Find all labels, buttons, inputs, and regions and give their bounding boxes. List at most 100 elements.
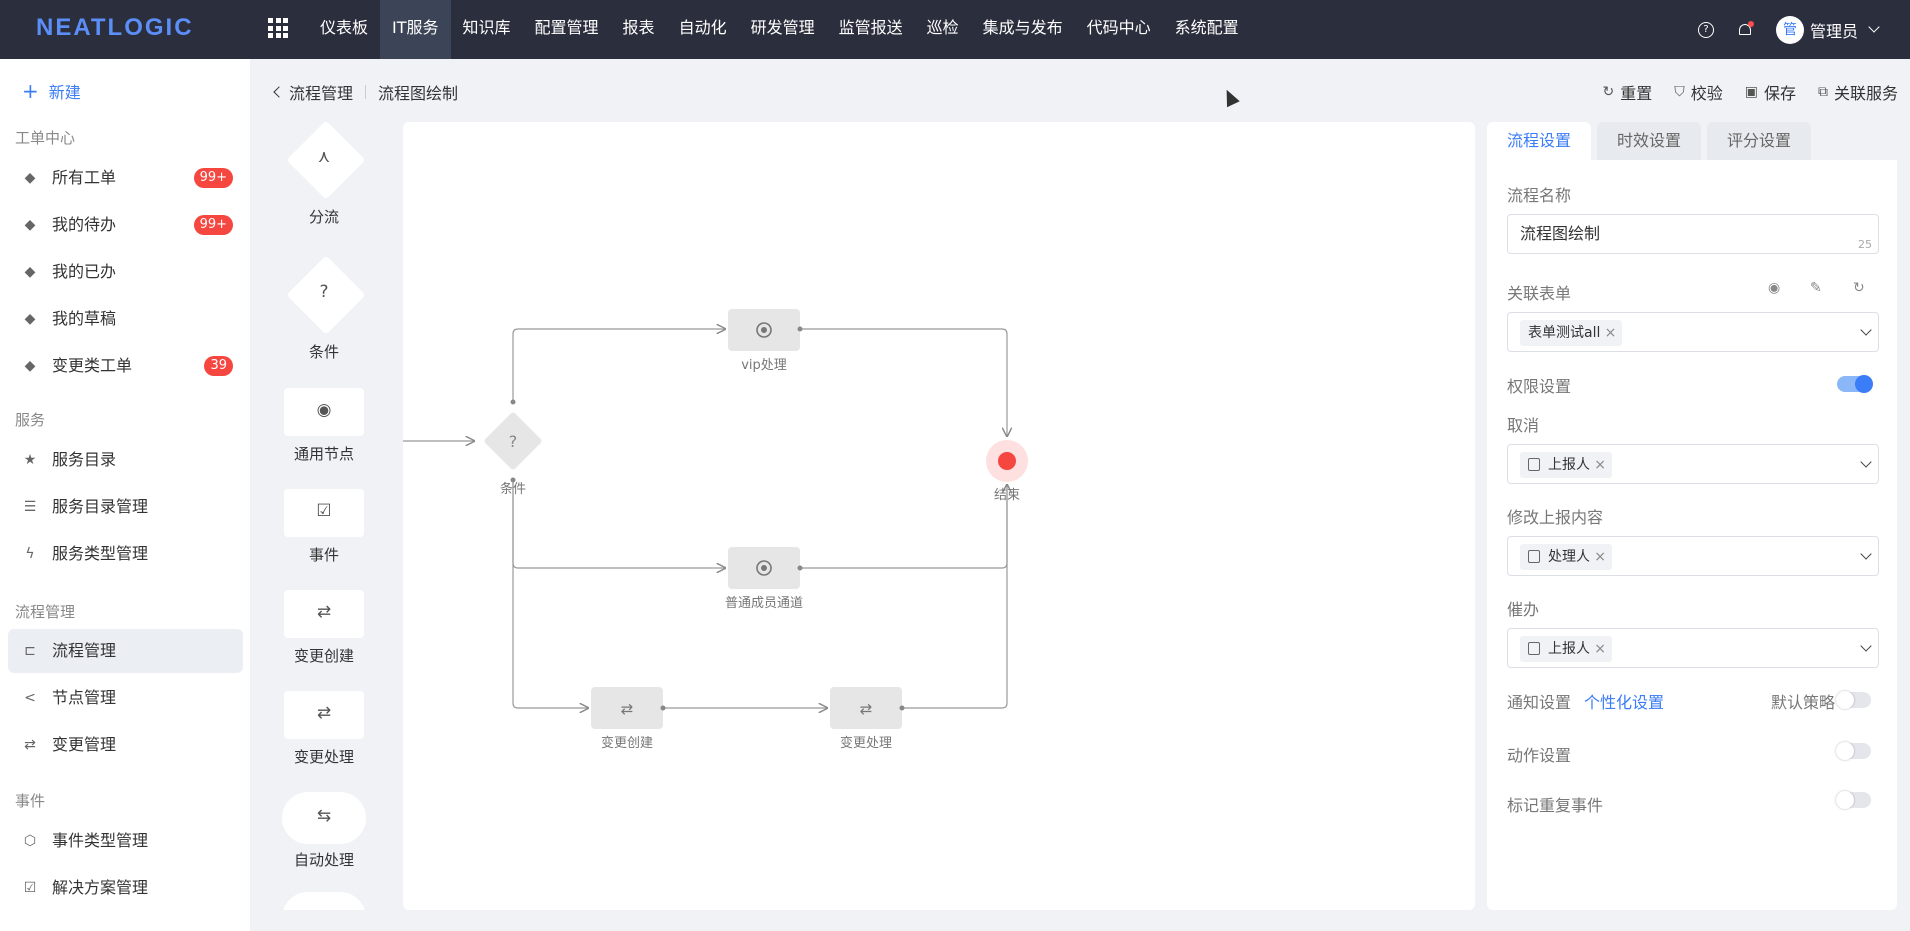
nav-config-management[interactable]: 配置管理 [523,0,611,59]
change-handle-node[interactable]: ⇄ [830,687,905,729]
sidebar-item-flow-management[interactable]: ⊏ 流程管理 [8,629,243,673]
action-settings-toggle[interactable] [1836,742,1871,760]
nav-it-service[interactable]: IT服务 [380,0,451,59]
change-create-node[interactable]: ⇄ [591,687,666,729]
neatlogic-logo[interactable]: NEATLOGIC [36,14,194,42]
mark-duplicate-toggle[interactable] [1836,791,1871,809]
user-tag: 处理人 × [1520,544,1612,570]
breadcrumb: 流程管理 流程图绘制 [273,80,458,104]
nav-code-center[interactable]: 代码中心 [1075,0,1163,59]
sidebar-item-change-tickets[interactable]: ◆ 变更类工单 39 [8,344,243,388]
flow-icon: ⊏ [24,643,36,659]
sidebar-item-node-management[interactable]: < 节点管理 [8,676,243,720]
nav-system-config[interactable]: 系统配置 [1163,0,1251,59]
star-icon: ★ [23,452,37,468]
end-node[interactable] [986,440,1028,482]
swap-icon: ⇄ [621,700,634,718]
flow-canvas[interactable]: ? ⇄ ⇄ 条件 vip处理 普通成员通道 变更创建 变更处理 结束 [403,122,1475,910]
normal-channel-node[interactable] [728,547,803,589]
nav-rd-management[interactable]: 研发管理 [739,0,827,59]
nav-knowledge[interactable]: 知识库 [451,0,523,59]
tab-timeliness-settings[interactable]: 时效设置 [1597,122,1702,160]
swap-icon: ⇄ [316,602,332,622]
sidebar-item-change-management[interactable]: ⇄ 变更管理 [8,723,243,767]
sidebar-item-service-type-mgmt[interactable]: ϟ 服务类型管理 [8,532,243,576]
chevron-down-icon [1860,324,1872,336]
default-policy-toggle[interactable] [1836,691,1871,709]
bell-icon[interactable] [1738,20,1754,38]
sidebar-item-solution-mgmt[interactable]: ☑ 解决方案管理 [8,866,243,910]
tag-icon: ◆ [24,264,36,280]
eye-icon[interactable]: ◉ [1768,280,1780,296]
new-button[interactable]: + 新建 [22,79,81,103]
nav-inspection[interactable]: 巡检 [915,0,971,59]
tab-flow-settings[interactable]: 流程设置 [1487,122,1592,160]
flow-name-input[interactable]: 流程图绘制 25 [1507,214,1879,254]
connector-vip-end [800,328,1007,436]
apps-grid-icon[interactable] [268,18,288,38]
user-tag: 上报人 × [1520,636,1612,662]
help-icon[interactable]: ? [1697,21,1714,38]
group-ticket-center: 工单中心 [15,129,76,147]
form-tag: 表单测试all × [1520,320,1623,346]
validate-button[interactable]: ⛉ 校验 [1674,80,1723,104]
end-node-label: 结束 [993,488,1020,503]
swap-icon: ⇄ [860,700,873,718]
related-form-select[interactable]: 表单测试all × [1507,312,1879,352]
sidebar-item-service-catalog-mgmt[interactable]: ☰ 服务目录管理 [8,485,243,529]
tag-icon: ◆ [24,217,36,233]
personalize-settings-link[interactable]: 个性化设置 [1584,689,1664,713]
group-event: 事件 [15,792,46,810]
close-icon[interactable]: × [1594,544,1606,570]
nav-report[interactable]: 报表 [611,0,667,59]
change-handle-node-label: 变更处理 [839,736,892,751]
link-icon: ⧉ [1817,84,1828,100]
top-right-tools: ? 管 管理员 [1697,0,1910,59]
vip-node[interactable] [728,309,803,351]
condition-node[interactable]: ? [483,399,542,483]
urge-select[interactable]: 上报人 × [1507,628,1879,668]
action-settings-label: 动作设置 [1507,746,1572,765]
sidebar-item-my-done[interactable]: ◆ 我的已办 [8,250,243,294]
avatar[interactable]: 管 [1775,15,1804,44]
modify-report-select[interactable]: 处理人 × [1507,536,1879,576]
nav-dashboard[interactable]: 仪表板 [308,0,380,59]
related-service-button[interactable]: ⧉ 关联服务 [1818,80,1898,104]
count-badge: 39 [204,356,233,376]
reset-button[interactable]: ↻ 重置 [1602,80,1652,104]
chevron-down-icon[interactable] [1868,21,1880,33]
group-flow-management: 流程管理 [15,603,76,621]
close-icon[interactable]: × [1594,636,1606,662]
top-navigation-bar: NEATLOGIC 仪表板 IT服务 知识库 配置管理 报表 自动化 研发管理 … [0,0,1910,59]
save-button[interactable]: ▣ 保存 [1745,80,1796,104]
back-arrow-icon[interactable] [273,86,285,98]
flow-diagram: ? ⇄ ⇄ [403,309,1028,729]
nav-regulatory-report[interactable]: 监管报送 [827,0,915,59]
close-icon[interactable]: × [1594,452,1606,478]
breadcrumb-parent[interactable]: 流程管理 [289,80,353,104]
permission-toggle[interactable] [1837,375,1873,393]
list-icon: ☰ [23,499,37,515]
cancel-label: 取消 [1507,416,1540,435]
connectors [403,329,1007,708]
user-name[interactable]: 管理员 [1810,18,1858,42]
sidebar-item-event-type-mgmt[interactable]: ⬡ 事件类型管理 [8,819,243,863]
tag-icon: ◆ [24,170,36,186]
nav-integration-release[interactable]: 集成与发布 [971,0,1075,59]
question-icon: ? [319,282,329,302]
edit-icon[interactable]: ✎ [1810,280,1822,296]
permission-label: 权限设置 [1507,377,1572,396]
sidebar-item-service-catalog[interactable]: ★ 服务目录 [8,438,243,482]
tab-score-settings[interactable]: 评分设置 [1707,122,1812,160]
count-badge: 99+ [193,215,233,235]
sidebar-item-my-todo[interactable]: ◆ 我的待办 99+ [8,203,243,247]
sidebar-item-my-drafts[interactable]: ◆ 我的草稿 [8,297,243,341]
cancel-select[interactable]: 上报人 × [1507,444,1879,484]
nav-automation[interactable]: 自动化 [667,0,739,59]
question-icon: ? [509,432,518,451]
sidebar-item-all-tickets[interactable]: ◆ 所有工单 99+ [8,156,243,200]
urge-label: 催办 [1507,600,1540,619]
close-icon[interactable]: × [1605,320,1617,346]
refresh-icon[interactable]: ↻ [1853,280,1865,296]
divider [365,85,367,99]
